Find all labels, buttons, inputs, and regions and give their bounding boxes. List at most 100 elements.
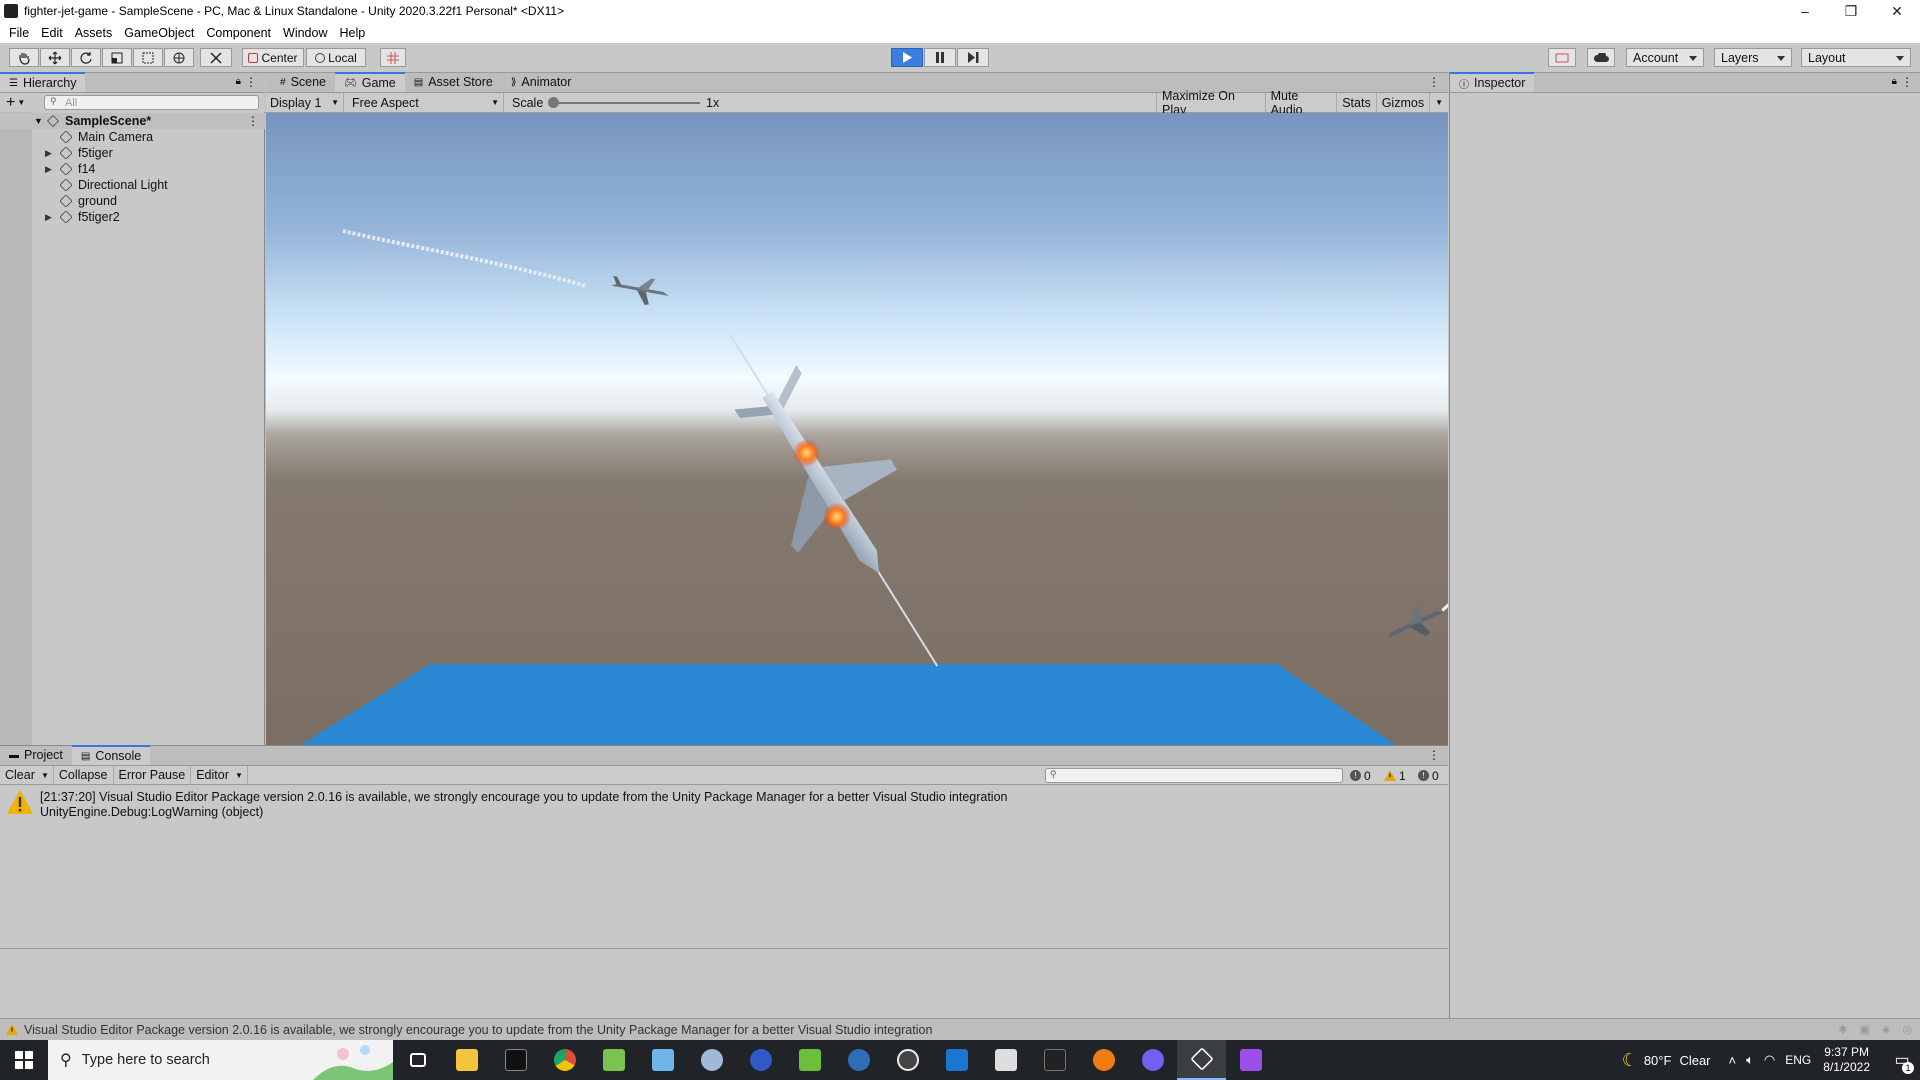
collab-button[interactable] — [1548, 48, 1576, 67]
pivot-center-toggle[interactable]: Center — [242, 48, 304, 67]
maximize-on-play-button[interactable]: Maximize On Play — [1156, 89, 1266, 117]
shield-icon[interactable]: ◈ — [1882, 1023, 1890, 1036]
speaker-icon[interactable]: 🔈︎ — [1746, 1052, 1754, 1068]
tab-hierarchy[interactable]: ☰ Hierarchy — [0, 72, 86, 92]
collapsed-arrow-icon[interactable]: ▶ — [45, 212, 52, 223]
taskbar-app[interactable] — [1128, 1040, 1177, 1080]
list-item[interactable]: ▶ f5tiger2 — [45, 209, 120, 225]
menu-component[interactable]: Component — [200, 26, 277, 40]
game-viewport[interactable] — [266, 113, 1448, 745]
tab-animator[interactable]: ⟫ Animator — [502, 72, 581, 92]
error-count-toggle[interactable]: ! 0 — [1418, 766, 1439, 785]
taskbar-app[interactable] — [638, 1040, 687, 1080]
aspect-dropdown[interactable]: Free Aspect ▼ — [349, 93, 504, 112]
list-item[interactable]: ground — [59, 193, 117, 209]
pivot-space-toggle[interactable]: Local — [306, 48, 366, 67]
taskbar-app[interactable] — [1079, 1040, 1128, 1080]
collapsed-arrow-icon[interactable]: ▶ — [45, 148, 52, 159]
lock-icon[interactable]: 🔒︎ — [1892, 76, 1897, 87]
lock-icon[interactable]: 🔒︎ — [236, 76, 241, 87]
status-message[interactable]: Visual Studio Editor Package version 2.0… — [24, 1023, 932, 1037]
wifi-icon[interactable]: ◠ — [1764, 1052, 1775, 1068]
rect-tool-button[interactable] — [133, 48, 163, 67]
taskbar-search-input[interactable]: ⚲ Type here to search — [48, 1040, 393, 1080]
taskbar-app[interactable] — [736, 1040, 785, 1080]
editor-dropdown[interactable]: Editor ▼ — [191, 765, 248, 785]
minimize-button[interactable]: – — [1782, 0, 1828, 22]
scale-slider-thumb[interactable] — [548, 97, 559, 108]
console-log-entry[interactable]: [21:37:20] Visual Studio Editor Package … — [0, 788, 1448, 820]
taskbar-app[interactable] — [393, 1040, 442, 1080]
move-tool-button[interactable] — [40, 48, 70, 67]
expanded-arrow-icon[interactable]: ▼ — [34, 116, 43, 126]
kebab-menu-icon[interactable]: ⋮ — [1901, 75, 1913, 89]
taskbar-app[interactable] — [834, 1040, 883, 1080]
display-dropdown[interactable]: Display 1 ▼ — [266, 93, 344, 112]
custom-tool-button[interactable] — [200, 48, 232, 67]
hand-tool-button[interactable] — [9, 48, 39, 67]
clock[interactable]: 9:37 PM 8/1/2022 — [1823, 1045, 1870, 1075]
kebab-menu-icon[interactable]: ⋮ — [1428, 75, 1440, 89]
weather-desc[interactable]: Clear — [1679, 1053, 1710, 1068]
chevron-up-icon[interactable]: ˄ — [1729, 1053, 1737, 1068]
mute-audio-button[interactable]: Mute Audio — [1266, 89, 1338, 117]
kebab-menu-icon[interactable]: ⋮ — [1428, 748, 1440, 762]
stats-button[interactable]: Stats — [1337, 93, 1377, 112]
list-item[interactable]: Main Camera — [59, 129, 153, 145]
start-button[interactable] — [0, 1040, 48, 1080]
transform-tool-button[interactable] — [164, 48, 194, 67]
taskbar-app[interactable] — [883, 1040, 932, 1080]
add-object-button[interactable]: + — [6, 94, 15, 112]
console-search-input[interactable]: ⚲ — [1045, 768, 1343, 783]
moon-weather-icon[interactable]: ☾ — [1622, 1050, 1638, 1071]
taskbar-app[interactable] — [589, 1040, 638, 1080]
play-button[interactable] — [891, 48, 923, 67]
menu-window[interactable]: Window — [277, 26, 333, 40]
notification-button[interactable]: ▭ 1 — [1884, 1040, 1920, 1080]
tab-game[interactable]: 🎮︎ Game — [335, 72, 405, 92]
list-item[interactable]: Directional Light — [59, 177, 168, 193]
weather-temp[interactable]: 80°F — [1644, 1053, 1672, 1068]
taskbar-app[interactable] — [687, 1040, 736, 1080]
menu-file[interactable]: File — [3, 26, 35, 40]
taskbar-app[interactable] — [1030, 1040, 1079, 1080]
list-item[interactable]: ▶ f5tiger — [45, 145, 113, 161]
gizmos-chevron-down-icon[interactable]: ▼ — [1430, 93, 1448, 112]
grid-snap-button[interactable] — [380, 48, 406, 67]
taskbar-app[interactable] — [442, 1040, 491, 1080]
language-indicator[interactable]: ENG — [1785, 1053, 1811, 1067]
tab-asset-store[interactable]: ▤ Asset Store — [405, 72, 502, 92]
cloud-button[interactable] — [1587, 48, 1615, 67]
warning-count-toggle[interactable]: 1 — [1384, 766, 1406, 785]
scene-menu-icon[interactable]: ⋮ — [247, 114, 259, 128]
taskbar-app-active[interactable] — [1177, 1040, 1226, 1080]
taskbar-app[interactable] — [785, 1040, 834, 1080]
menu-edit[interactable]: Edit — [35, 26, 69, 40]
layers-dropdown[interactable]: Layers — [1714, 48, 1792, 67]
scene-row[interactable]: ▼ SampleScene* ⋮ — [0, 113, 265, 129]
kebab-menu-icon[interactable]: ⋮ — [245, 75, 257, 89]
error-pause-button[interactable]: Error Pause — [114, 765, 192, 785]
close-button[interactable]: ✕ — [1874, 0, 1920, 22]
progress-icon[interactable]: ◎ — [1902, 1023, 1912, 1036]
tab-scene[interactable]: # Scene — [271, 72, 335, 92]
account-dropdown[interactable]: Account — [1626, 48, 1704, 67]
cache-icon[interactable]: ▣ — [1860, 1023, 1870, 1036]
scale-slider[interactable] — [548, 97, 700, 108]
tab-project[interactable]: ▬ Project — [0, 745, 72, 765]
taskbar-app[interactable] — [1226, 1040, 1275, 1080]
hierarchy-search-input[interactable]: ⚲ All — [44, 95, 259, 110]
pause-button[interactable] — [924, 48, 956, 67]
taskbar-app[interactable] — [981, 1040, 1030, 1080]
taskbar-app[interactable] — [932, 1040, 981, 1080]
tab-console[interactable]: ▤ Console — [71, 745, 151, 765]
menu-assets[interactable]: Assets — [69, 26, 119, 40]
list-item[interactable]: ▶ f14 — [45, 161, 95, 177]
maximize-button[interactable]: ❐ — [1828, 0, 1874, 22]
collapse-button[interactable]: Collapse — [54, 765, 114, 785]
chevron-down-icon[interactable]: ▼ — [17, 98, 25, 107]
menu-help[interactable]: Help — [333, 26, 371, 40]
layout-dropdown[interactable]: Layout — [1801, 48, 1911, 67]
bug-icon[interactable]: ✱ — [1838, 1023, 1847, 1036]
log-count-toggle[interactable]: ! 0 — [1350, 766, 1371, 785]
